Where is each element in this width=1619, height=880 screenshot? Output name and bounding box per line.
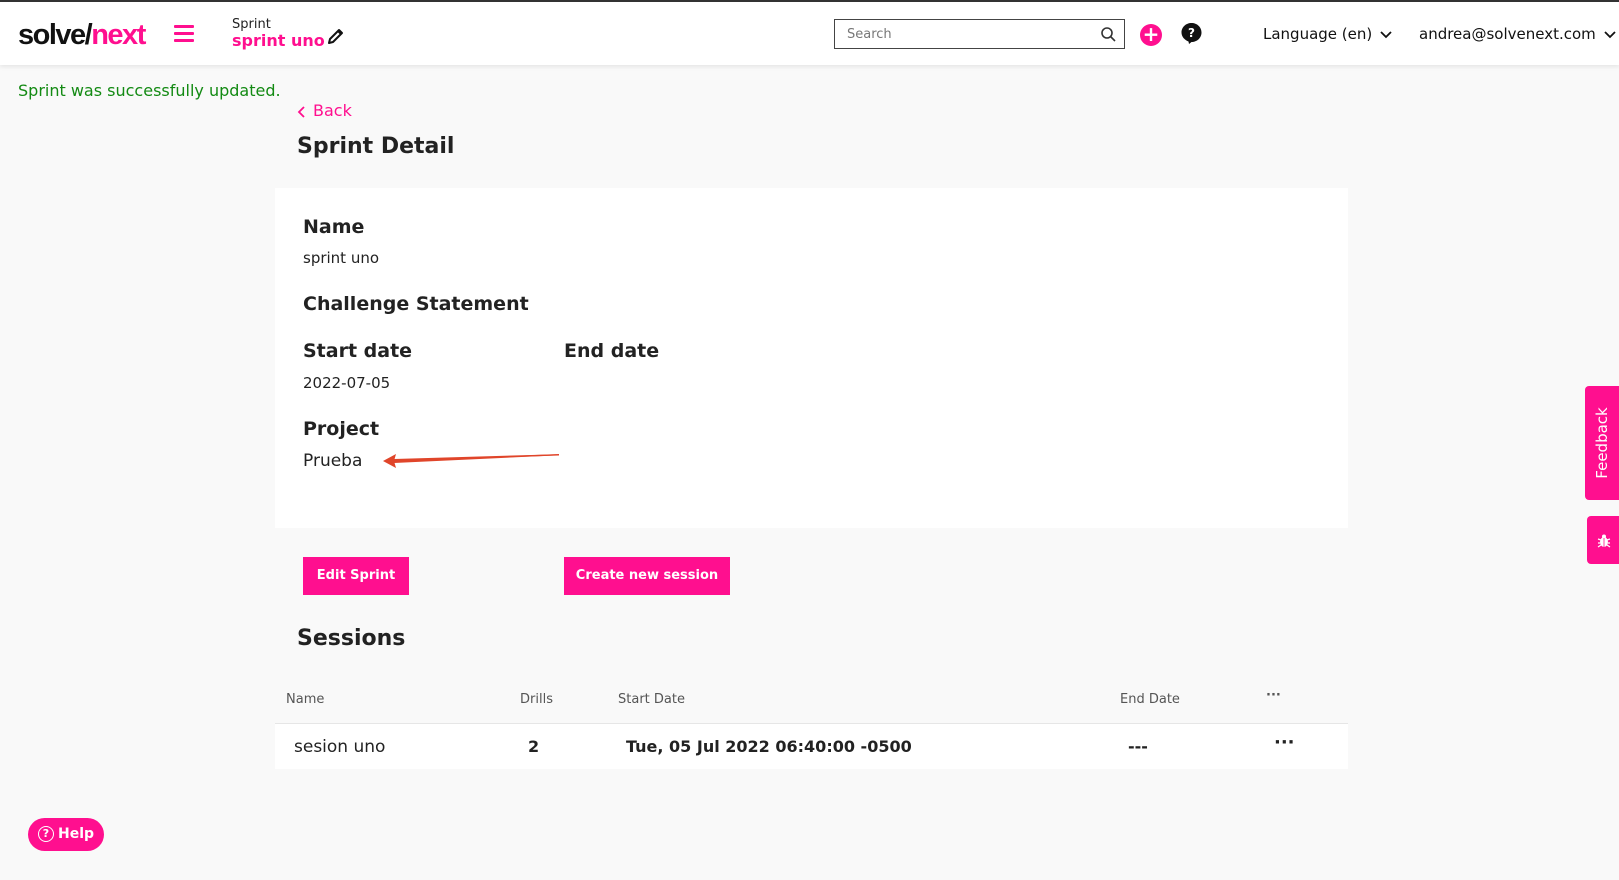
annotation-arrow: [383, 454, 559, 468]
column-header-name: Name: [286, 692, 325, 707]
end-date-label: End date: [564, 340, 660, 362]
edit-sprint-button[interactable]: Edit Sprint: [303, 557, 409, 595]
search-icon[interactable]: [1100, 26, 1116, 46]
column-header-end-date: End Date: [1120, 692, 1180, 707]
bug-icon: [1597, 534, 1611, 548]
menu-icon[interactable]: [174, 25, 194, 43]
chevron-left-icon: [297, 105, 305, 118]
question-icon[interactable]: ?: [1180, 22, 1203, 45]
help-circle-icon: ?: [38, 826, 54, 842]
sessions-heading: Sessions: [297, 626, 406, 651]
breadcrumb-title: sprint uno: [232, 31, 325, 50]
start-date-value: 2022-07-05: [303, 374, 391, 392]
session-start-date: Tue, 05 Jul 2022 06:40:00 -0500: [626, 737, 912, 756]
column-header-drills: Drills: [520, 692, 553, 707]
back-link[interactable]: Back: [297, 101, 352, 120]
help-button[interactable]: ? Help: [28, 818, 104, 851]
breadcrumb: Sprint sprint uno: [232, 17, 325, 50]
user-menu[interactable]: andrea@solvenext.com: [1419, 25, 1617, 43]
session-end-date: ---: [1128, 737, 1148, 756]
breadcrumb-label: Sprint: [232, 17, 271, 32]
svg-text:?: ?: [1188, 26, 1195, 40]
create-new-session-button[interactable]: Create new session: [564, 557, 730, 595]
feedback-tab[interactable]: Feedback: [1585, 386, 1619, 500]
challenge-statement-label: Challenge Statement: [303, 293, 529, 315]
language-dropdown[interactable]: Language (en): [1263, 25, 1393, 43]
page-title: Sprint Detail: [297, 134, 455, 159]
sprint-detail-card: Name sprint uno Challenge Statement Star…: [275, 188, 1348, 528]
bug-report-button[interactable]: [1587, 516, 1619, 564]
table-row: sesion uno 2 Tue, 05 Jul 2022 06:40:00 -…: [275, 723, 1348, 769]
solvenext-logo[interactable]: solve/next: [18, 19, 146, 52]
name-label: Name: [303, 216, 365, 238]
chevron-down-icon: [1380, 30, 1392, 38]
project-label: Project: [303, 418, 380, 440]
session-drills: 2: [528, 737, 540, 756]
project-link[interactable]: Prueba: [303, 451, 362, 471]
session-actions-menu[interactable]: ···: [1274, 732, 1295, 753]
column-header-start-date: Start Date: [618, 692, 685, 707]
session-name-link[interactable]: sesion uno: [294, 737, 385, 757]
pencil-icon[interactable]: [326, 26, 346, 50]
top-navbar: solve/next Sprint sprint uno + ? Languag…: [0, 2, 1619, 65]
name-value: sprint uno: [303, 249, 380, 267]
column-header-actions: ···: [1266, 688, 1281, 703]
chevron-down-icon: [1603, 30, 1616, 38]
plus-icon[interactable]: +: [1140, 24, 1162, 46]
start-date-label: Start date: [303, 340, 413, 362]
flash-success-message: Sprint was successfully updated.: [18, 81, 281, 100]
search-input[interactable]: [835, 20, 1075, 48]
search-box: [834, 19, 1125, 49]
